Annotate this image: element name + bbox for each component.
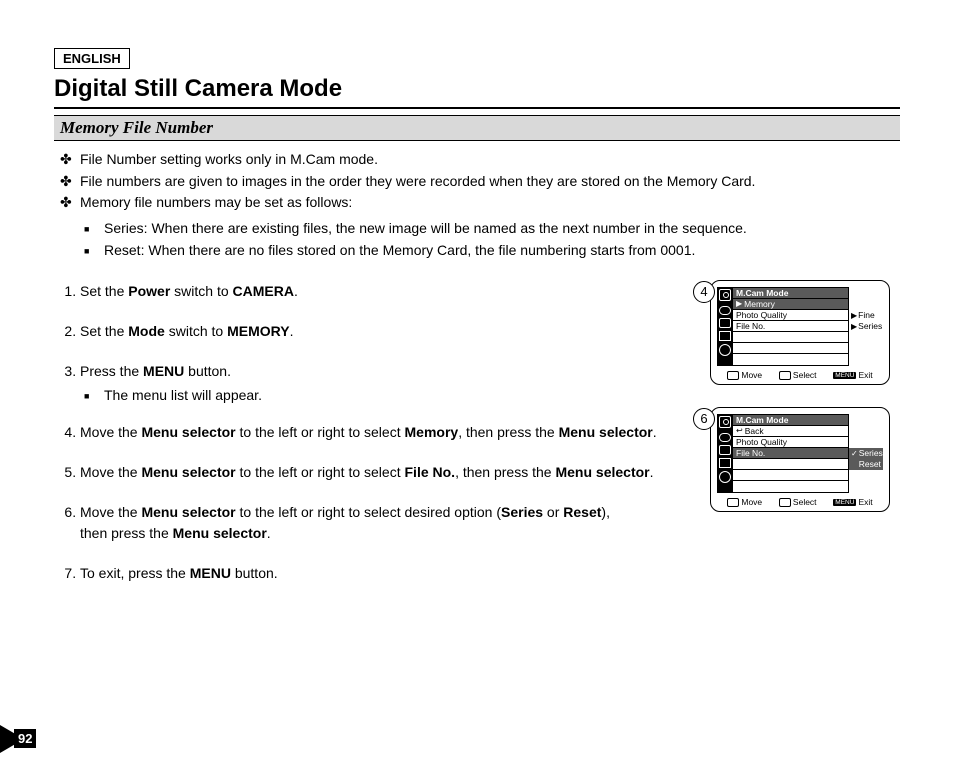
back-arrow-icon: ↩: [736, 426, 743, 436]
option-value: ✓Reset: [849, 459, 883, 470]
menu-list: M.Cam Mode ↩Back Photo Quality File No.: [733, 414, 849, 493]
options-column: ✓Series ✓Reset: [849, 414, 883, 493]
arrow-right-icon: ▶: [736, 299, 742, 309]
notes-list: File Number setting works only in M.Cam …: [54, 149, 900, 214]
note-item: Memory file numbers may be set as follow…: [80, 192, 900, 214]
menu-header: M.Cam Mode: [733, 288, 848, 299]
cloud-icon: [719, 306, 731, 315]
menu-item-back: ↩Back: [733, 426, 848, 437]
option-value-selected: ✓Series: [849, 448, 883, 459]
menu-item-selected: ▶Memory: [733, 299, 848, 310]
menu-item: Photo Quality: [733, 310, 848, 321]
select-icon: [779, 498, 791, 507]
figure-panel: 4 M.Cam Mode ▶Memory Photo Quality File …: [710, 280, 910, 534]
arrow-right-icon: ▶: [851, 311, 857, 321]
step-item: To exit, press the MENU button.: [80, 563, 900, 585]
menu-item-selected: File No.: [733, 448, 848, 459]
display-icon: [719, 331, 731, 341]
menu-list: M.Cam Mode ▶Memory Photo Quality File No…: [733, 287, 849, 366]
page-number: 92: [14, 729, 36, 748]
check-icon: ✓: [851, 449, 858, 459]
select-icon: [779, 371, 791, 380]
menu-item-empty: [733, 332, 848, 343]
footer-hints: Move Select MENUExit: [717, 495, 883, 507]
tape-icon: [719, 445, 731, 455]
page-title: Digital Still Camera Mode: [54, 75, 900, 109]
camera-icon: [719, 289, 731, 301]
icon-column: [717, 287, 733, 366]
screen-figure-4: 4 M.Cam Mode ▶Memory Photo Quality File …: [710, 280, 890, 385]
icon-column: [717, 414, 733, 493]
gear-icon: [719, 344, 731, 356]
arrow-right-icon: ▶: [851, 322, 857, 332]
sub-notes-list: Series: When there are existing files, t…: [54, 218, 900, 261]
gear-icon: [719, 471, 731, 483]
move-icon: [727, 371, 739, 380]
menu-item: Photo Quality: [733, 437, 848, 448]
section-title: Memory File Number: [54, 115, 900, 141]
menu-item-empty: [733, 470, 848, 481]
sub-note-item: Series: When there are existing files, t…: [104, 218, 900, 240]
menu-item-empty: [733, 354, 848, 365]
tape-icon: [719, 318, 731, 328]
menu-item-empty: [733, 481, 848, 492]
option-value: ▶Fine: [849, 310, 883, 321]
footer-hints: Move Select MENUExit: [717, 368, 883, 380]
move-icon: [727, 498, 739, 507]
menu-badge-icon: MENU: [833, 499, 856, 506]
cloud-icon: [719, 433, 731, 442]
screen-figure-6: 6 M.Cam Mode ↩Back Photo Quality File No…: [710, 407, 890, 512]
display-icon: [719, 458, 731, 468]
step-badge: 6: [693, 408, 715, 430]
page-number-badge: 92: [0, 725, 48, 753]
note-item: File Number setting works only in M.Cam …: [80, 149, 900, 171]
option-value: ▶Series: [849, 321, 883, 332]
manual-page: ENGLISH Digital Still Camera Mode Memory…: [0, 0, 954, 779]
sub-note-item: Reset: When there are no files stored on…: [104, 240, 900, 262]
language-label: ENGLISH: [54, 48, 130, 69]
menu-item-empty: [733, 459, 848, 470]
menu-badge-icon: MENU: [833, 372, 856, 379]
note-item: File numbers are given to images in the …: [80, 171, 900, 193]
step-badge: 4: [693, 281, 715, 303]
menu-item-empty: [733, 343, 848, 354]
menu-header: M.Cam Mode: [733, 415, 848, 426]
options-column: ▶Fine ▶Series: [849, 287, 883, 366]
menu-item: File No.: [733, 321, 848, 332]
camera-icon: [719, 416, 731, 428]
